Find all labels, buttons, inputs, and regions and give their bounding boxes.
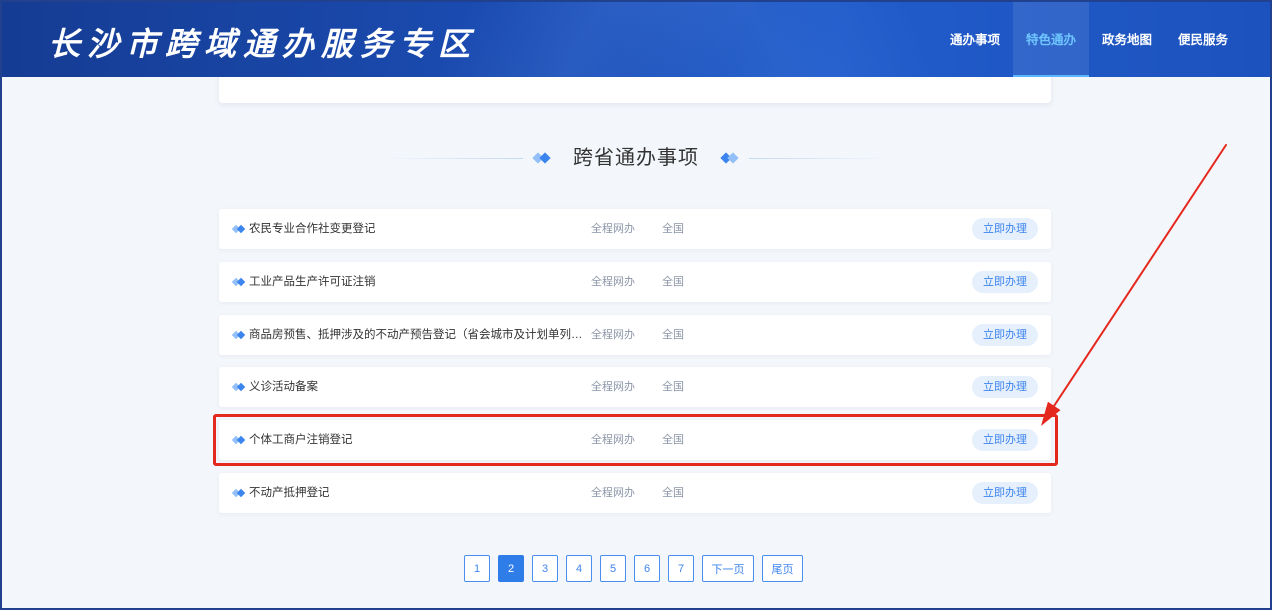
divider-line xyxy=(383,157,523,159)
arrow-shaft xyxy=(1053,144,1227,407)
nav-item-tongban-shixiang[interactable]: 通办事项 xyxy=(937,0,1013,77)
diamond-pair-icon xyxy=(231,435,246,445)
list-item[interactable]: 商品房预售、抵押涉及的不动产预告登记（省会城市及计划单列… 全程网办 全国 立即… xyxy=(219,314,1051,355)
section-heading: 跨省通办事项 xyxy=(0,146,1272,170)
list-item[interactable]: 工业产品生产许可证注销 全程网办 全国 立即办理 xyxy=(219,261,1051,302)
section-title: 跨省通办事项 xyxy=(573,147,699,169)
item-mode: 全程网办 xyxy=(591,328,635,341)
item-name[interactable]: 不动产抵押登记 xyxy=(249,473,589,513)
apply-now-button[interactable]: 立即办理 xyxy=(972,270,1038,293)
diamond-pair-icon xyxy=(231,382,246,392)
item-scope: 全国 xyxy=(662,328,684,341)
page-button[interactable]: 6 xyxy=(634,555,660,582)
item-name[interactable]: 义诊活动备案 xyxy=(249,367,589,407)
page-button[interactable]: 3 xyxy=(532,555,558,582)
item-mode: 全程网办 xyxy=(591,434,635,447)
diamond-pair-icon xyxy=(231,330,246,340)
apply-now-button[interactable]: 立即办理 xyxy=(972,323,1038,346)
item-mode: 全程网办 xyxy=(591,486,635,499)
item-name[interactable]: 工业产品生产许可证注销 xyxy=(249,262,589,302)
site-header: 长沙市跨域通办服务专区 通办事项 特色通办 政务地图 便民服务 xyxy=(0,0,1272,77)
diamond-pair-icon xyxy=(231,488,246,498)
item-name[interactable]: 商品房预售、抵押涉及的不动产预告登记（省会城市及计划单列… xyxy=(249,315,589,355)
item-mode: 全程网办 xyxy=(591,381,635,394)
page-button[interactable]: 1 xyxy=(464,555,490,582)
item-scope: 全国 xyxy=(662,434,684,447)
item-scope: 全国 xyxy=(662,275,684,288)
nav-item-zhengwu-ditu[interactable]: 政务地图 xyxy=(1089,0,1165,77)
nav-item-bianmin-fuwu[interactable]: 便民服务 xyxy=(1165,0,1241,77)
list-item[interactable]: 义诊活动备案 全程网办 全国 立即办理 xyxy=(219,367,1051,408)
pagination: 1 2 3 4 5 6 7 下一页 尾页 xyxy=(464,555,803,582)
page-button[interactable]: 2 xyxy=(498,555,524,582)
apply-now-button[interactable]: 立即办理 xyxy=(972,376,1038,399)
item-name[interactable]: 个体工商户注销登记 xyxy=(249,420,589,460)
nav-item-tese-tongban[interactable]: 特色通办 xyxy=(1013,0,1089,77)
item-scope: 全国 xyxy=(662,486,684,499)
apply-now-button[interactable]: 立即办理 xyxy=(972,218,1038,240)
list-item[interactable]: 不动产抵押登记 全程网办 全国 立即办理 xyxy=(219,472,1051,513)
page-button[interactable]: 4 xyxy=(566,555,592,582)
item-scope: 全国 xyxy=(662,381,684,394)
page-button[interactable]: 7 xyxy=(668,555,694,582)
diamond-pair-icon xyxy=(720,152,739,164)
list-item[interactable]: 个体工商户注销登记 全程网办 全国 立即办理 xyxy=(213,414,1058,467)
diamond-pair-icon xyxy=(532,152,551,164)
site-title: 长沙市跨域通办服务专区 xyxy=(48,26,478,62)
apply-now-button[interactable]: 立即办理 xyxy=(972,481,1038,504)
item-mode: 全程网办 xyxy=(591,223,635,235)
page-button[interactable]: 5 xyxy=(600,555,626,582)
diamond-pair-icon xyxy=(231,224,246,234)
main-nav: 通办事项 特色通办 政务地图 便民服务 xyxy=(937,0,1241,77)
divider-line xyxy=(749,157,889,159)
item-name[interactable]: 农民专业合作社变更登记 xyxy=(249,209,589,249)
diamond-pair-icon xyxy=(231,277,246,287)
service-list: 农民专业合作社变更登记 全程网办 全国 立即办理 工业产品生产许可证注销 全程网… xyxy=(213,209,1058,526)
list-item[interactable]: 农民专业合作社变更登记 全程网办 全国 立即办理 xyxy=(219,209,1051,249)
item-scope: 全国 xyxy=(662,223,684,235)
apply-now-button[interactable]: 立即办理 xyxy=(972,429,1038,452)
item-mode: 全程网办 xyxy=(591,275,635,288)
next-page-button[interactable]: 下一页 xyxy=(702,555,754,582)
last-page-button[interactable]: 尾页 xyxy=(762,555,803,582)
